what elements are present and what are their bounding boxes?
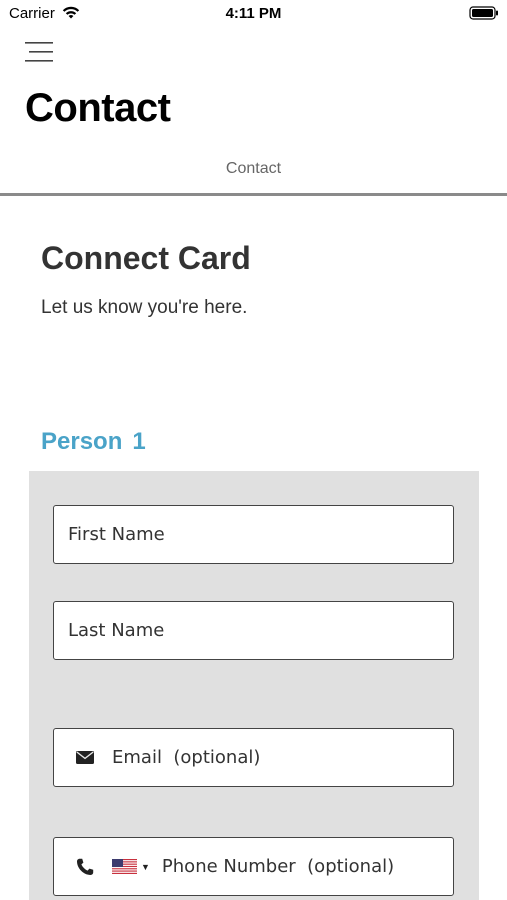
person-number: 1 (132, 428, 146, 455)
status-time: 4:11 PM (225, 5, 282, 22)
last-name-input[interactable] (54, 602, 453, 659)
chevron-down-icon: ▼ (141, 861, 150, 872)
person-label: Person (41, 428, 123, 455)
us-flag-icon (112, 859, 137, 874)
tab-contact[interactable]: Contact (0, 160, 507, 178)
card-title: Connect Card (41, 240, 251, 276)
last-name-field[interactable] (53, 601, 454, 660)
email-field[interactable] (53, 728, 454, 787)
first-name-input[interactable] (54, 506, 453, 563)
hamburger-menu-icon[interactable] (25, 41, 55, 63)
page-title: Contact (25, 86, 171, 130)
status-bar: Carrier 4:11 PM (0, 0, 507, 28)
person-heading: Person 1 (41, 428, 146, 456)
tab-underline (0, 193, 507, 196)
card-subtitle: Let us know you're here. (41, 297, 248, 318)
phone-input[interactable] (149, 838, 453, 895)
phone-field[interactable]: ▼ (53, 837, 454, 896)
phone-icon (74, 856, 96, 878)
envelope-icon (74, 747, 96, 769)
first-name-field[interactable] (53, 505, 454, 564)
country-code-select[interactable]: ▼ (112, 859, 150, 874)
email-input[interactable] (96, 729, 453, 786)
battery-icon (469, 6, 498, 20)
